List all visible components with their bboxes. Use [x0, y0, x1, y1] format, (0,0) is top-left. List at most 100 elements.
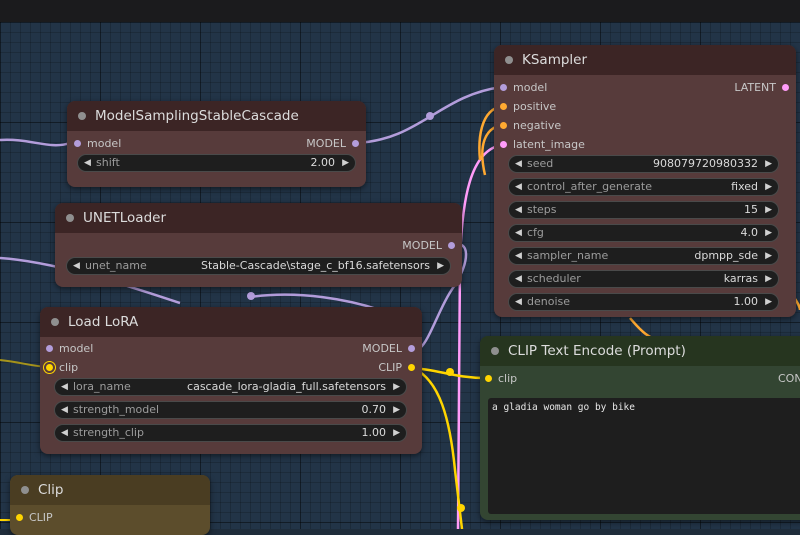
output-slot-conditioning[interactable]: CONI	[778, 372, 800, 385]
node-title[interactable]: ModelSamplingStableCascade	[67, 101, 366, 131]
output-slot-model[interactable]: MODEL	[306, 137, 359, 150]
slot-label: LATENT	[734, 81, 776, 94]
slot-dot-icon[interactable]	[408, 364, 415, 371]
slot-dot-icon[interactable]	[782, 84, 789, 91]
decrement-arrow-icon[interactable]: ◀	[515, 294, 522, 310]
increment-arrow-icon[interactable]: ▶	[765, 225, 772, 241]
input-slot-latent-image[interactable]: latent_image	[500, 138, 585, 151]
collapse-dot-icon[interactable]	[66, 214, 74, 222]
decrement-arrow-icon[interactable]: ◀	[515, 202, 522, 218]
node-clip[interactable]: Clip CLIP	[10, 475, 210, 535]
widget-label: lora_name	[73, 380, 131, 393]
slot-label: clip	[59, 361, 79, 374]
slot-dot-icon[interactable]	[74, 140, 81, 147]
widget-denoise[interactable]: ◀ denoise 1.00 ▶	[508, 293, 779, 311]
slot-dot-icon[interactable]	[500, 141, 507, 148]
output-slot-model[interactable]: MODEL	[402, 239, 455, 252]
node-title[interactable]: CLIP Text Encode (Prompt)	[480, 336, 800, 366]
prompt-textarea[interactable]: a gladia woman go by bike	[488, 398, 800, 514]
node-ksampler[interactable]: KSampler model positive negative latent_…	[494, 45, 796, 317]
collapse-dot-icon[interactable]	[505, 56, 513, 64]
input-slot-model[interactable]: model	[46, 342, 93, 355]
decrement-arrow-icon[interactable]: ◀	[61, 379, 68, 395]
widget-sampler-name[interactable]: ◀ sampler_name dpmpp_sde ▶	[508, 247, 779, 265]
widget-lora-name[interactable]: ◀ lora_name cascade_lora-gladia_full.saf…	[54, 378, 407, 396]
increment-arrow-icon[interactable]: ▶	[393, 425, 400, 441]
output-slot-latent[interactable]: LATENT	[734, 81, 789, 94]
slot-dot-icon[interactable]	[500, 84, 507, 91]
node-title-text: KSampler	[522, 52, 588, 68]
decrement-arrow-icon[interactable]: ◀	[515, 248, 522, 264]
increment-arrow-icon[interactable]: ▶	[765, 294, 772, 310]
widget-unet-name[interactable]: ◀ unet_name Stable-Cascade\stage_c_bf16.…	[66, 257, 451, 275]
slot-label: MODEL	[362, 342, 402, 355]
node-title-text: ModelSamplingStableCascade	[95, 108, 299, 124]
collapse-dot-icon[interactable]	[78, 112, 86, 120]
increment-arrow-icon[interactable]: ▶	[393, 379, 400, 395]
slot-dot-icon[interactable]	[500, 103, 507, 110]
increment-arrow-icon[interactable]: ▶	[765, 156, 772, 172]
widget-steps[interactable]: ◀ steps 15 ▶	[508, 201, 779, 219]
slot-dot-icon[interactable]	[485, 375, 492, 382]
output-slot-model[interactable]: MODEL	[362, 342, 415, 355]
decrement-arrow-icon[interactable]: ◀	[515, 179, 522, 195]
prompt-text: a gladia woman go by bike	[492, 402, 635, 413]
increment-arrow-icon[interactable]: ▶	[765, 202, 772, 218]
widget-cfg[interactable]: ◀ cfg 4.0 ▶	[508, 224, 779, 242]
input-slot-negative[interactable]: negative	[500, 119, 561, 132]
output-slot-clip[interactable]: CLIP	[378, 361, 415, 374]
node-title[interactable]: UNETLoader	[55, 203, 462, 233]
slot-dot-icon[interactable]	[500, 122, 507, 129]
decrement-arrow-icon[interactable]: ◀	[515, 156, 522, 172]
decrement-arrow-icon[interactable]: ◀	[73, 258, 80, 274]
increment-arrow-icon[interactable]: ▶	[393, 402, 400, 418]
decrement-arrow-icon[interactable]: ◀	[515, 271, 522, 287]
collapse-dot-icon[interactable]	[21, 486, 29, 494]
increment-arrow-icon[interactable]: ▶	[765, 248, 772, 264]
node-title[interactable]: KSampler	[494, 45, 796, 75]
decrement-arrow-icon[interactable]: ◀	[84, 155, 91, 171]
node-clip-text-encode[interactable]: CLIP Text Encode (Prompt) clip CONI a gl…	[480, 336, 800, 520]
widget-seed[interactable]: ◀ seed 908079720980332 ▶	[508, 155, 779, 173]
slot-dot-icon[interactable]	[16, 514, 23, 521]
widget-label: sampler_name	[527, 249, 609, 262]
widget-control-after-generate[interactable]: ◀ control_after_generate fixed ▶	[508, 178, 779, 196]
collapse-dot-icon[interactable]	[491, 347, 499, 355]
input-slot-model[interactable]: model	[74, 137, 121, 150]
slot-label: model	[513, 81, 548, 94]
widget-value: 1.00	[361, 426, 387, 439]
widget-strength-model[interactable]: ◀ strength_model 0.70 ▶	[54, 401, 407, 419]
increment-arrow-icon[interactable]: ▶	[765, 179, 772, 195]
node-load-lora[interactable]: Load LoRA model clip MODEL CLIP ◀ lora_n…	[40, 307, 422, 454]
slot-dot-icon[interactable]	[46, 364, 53, 371]
slot-dot-icon[interactable]	[352, 140, 359, 147]
slot-dot-icon[interactable]	[408, 345, 415, 352]
input-slot-model[interactable]: model	[500, 81, 548, 94]
widget-value: 15	[744, 203, 758, 216]
output-slot-clip[interactable]: CLIP	[16, 511, 53, 524]
widget-label: denoise	[527, 295, 571, 308]
node-title[interactable]: Load LoRA	[40, 307, 422, 337]
slot-dot-icon[interactable]	[448, 242, 455, 249]
increment-arrow-icon[interactable]: ▶	[342, 155, 349, 171]
widget-shift[interactable]: ◀ shift 2.00 ▶	[77, 154, 356, 172]
top-toolbar	[0, 0, 800, 23]
input-slot-clip[interactable]: clip	[46, 361, 79, 374]
widget-value: 0.70	[361, 403, 387, 416]
widget-scheduler[interactable]: ◀ scheduler karras ▶	[508, 270, 779, 288]
node-modelsampling[interactable]: ModelSamplingStableCascade model MODEL ◀…	[67, 101, 366, 187]
collapse-dot-icon[interactable]	[51, 318, 59, 326]
input-slot-positive[interactable]: positive	[500, 100, 557, 113]
widget-value: 2.00	[310, 156, 336, 169]
widget-strength-clip[interactable]: ◀ strength_clip 1.00 ▶	[54, 424, 407, 442]
decrement-arrow-icon[interactable]: ◀	[61, 402, 68, 418]
decrement-arrow-icon[interactable]: ◀	[515, 225, 522, 241]
decrement-arrow-icon[interactable]: ◀	[61, 425, 68, 441]
input-slot-clip[interactable]: clip	[485, 372, 517, 385]
increment-arrow-icon[interactable]: ▶	[765, 271, 772, 287]
node-title[interactable]: Clip	[10, 475, 210, 505]
node-unetloader[interactable]: UNETLoader MODEL ◀ unet_name Stable-Casc…	[55, 203, 462, 287]
slot-label: positive	[513, 100, 557, 113]
slot-dot-icon[interactable]	[46, 345, 53, 352]
increment-arrow-icon[interactable]: ▶	[437, 258, 444, 274]
